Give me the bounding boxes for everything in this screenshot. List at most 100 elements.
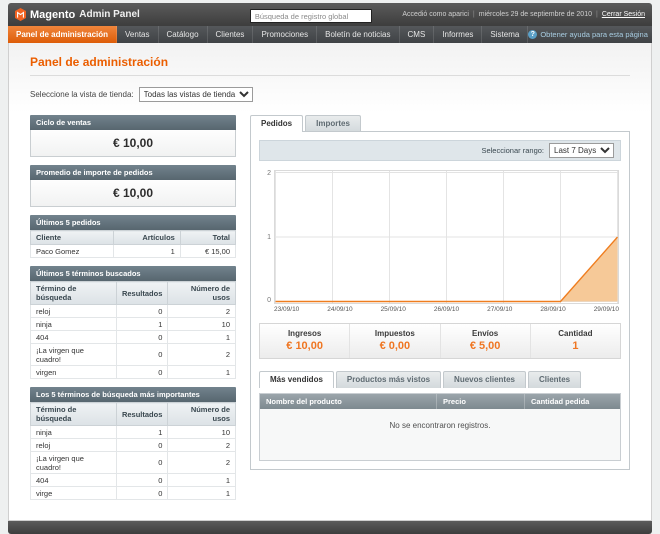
average-orders-title: Promedio de importe de pedidos (30, 165, 236, 180)
stat-label: Ingresos (287, 329, 322, 338)
last-orders-table: Cliente Artículos Total Paco Gomez 1 € 15,00 (29, 230, 237, 258)
chart-x-tick: 27/09/10 (487, 306, 513, 313)
tab-importes[interactable]: Importes (305, 115, 361, 132)
table-cell: reloj (30, 438, 117, 452)
grid-empty-message: No se encontraron registros. (260, 409, 620, 460)
magento-logo-icon (15, 8, 26, 21)
table-cell: ¡La virgen que cuadro! (30, 343, 117, 366)
chart-y-tick: 2 (267, 170, 271, 177)
chart-x-tick: 28/09/10 (540, 306, 566, 313)
table-row[interactable]: ninja 1 10 (30, 425, 236, 439)
chart-plot-area (274, 170, 619, 304)
table-row[interactable]: ¡La virgen que cuadro! 0 2 (30, 451, 236, 474)
table-row[interactable]: Paco Gomez 1 € 15,00 (29, 244, 237, 258)
table-cell: 0 (115, 473, 169, 487)
nav-item-boletin-de-noticias[interactable]: Boletín de noticias (317, 26, 400, 43)
top-search-terms-title: Los 5 términos de búsqueda más important… (30, 387, 236, 402)
table-cell: Paco Gomez (29, 244, 115, 258)
tab-productos-mas-vistos[interactable]: Productos más vistos (335, 371, 442, 388)
table-cell: 1 (167, 473, 236, 487)
table-cell: 0 (115, 438, 169, 452)
column-header-termino-de-busqueda: Término de búsqueda (30, 281, 117, 305)
average-orders-value: € 10,00 (30, 180, 236, 207)
table-cell: 1 (167, 365, 236, 379)
nav-item-promociones[interactable]: Promociones (253, 26, 318, 43)
orders-chart: 2 1 0 23/09/10 24/09/10 25/09/10 26/09/10 27/0… (261, 170, 619, 313)
table-cell: 0 (115, 486, 169, 500)
table-row[interactable]: virge 0 1 (30, 486, 236, 500)
table-row[interactable]: reloj 0 2 (30, 304, 236, 318)
nav-item-ventas[interactable]: Ventas (117, 26, 159, 43)
table-cell: 1 (167, 330, 236, 344)
lifetime-sales-value: € 10,00 (30, 130, 236, 157)
help-label: Obtener ayuda para esta página (540, 30, 648, 39)
table-cell: 10 (167, 317, 236, 331)
store-view-label: Seleccione la vista de tienda: (30, 90, 134, 99)
tab-nuevos-clientes[interactable]: Nuevos clientes (443, 371, 526, 388)
table-row[interactable]: ninja 1 10 (30, 317, 236, 331)
table-row[interactable]: reloj 0 2 (30, 438, 236, 452)
chart-x-tick: 29/09/10 (593, 306, 619, 313)
store-view-select[interactable]: Todas las vistas de tienda (138, 87, 253, 102)
stat-value: € 5,00 (469, 340, 501, 352)
nav-items: Panel de administración Ventas Catálogo Cli… (8, 26, 529, 43)
stat-label: Impuestos (374, 329, 415, 338)
table-cell: € 15,00 (179, 244, 237, 258)
dashboard-right-column: Pedidos Importes Seleccionar rango: Last … (250, 115, 630, 470)
table-cell: 404 (30, 473, 117, 487)
nav-item-clientes[interactable]: Clientes (208, 26, 254, 43)
divider: | (472, 11, 475, 18)
tab-pedidos[interactable]: Pedidos (250, 115, 304, 132)
nav-item-informes[interactable]: Informes (434, 26, 483, 43)
table-row[interactable]: 404 0 1 (30, 330, 236, 344)
table-cell: 1 (113, 244, 181, 258)
chart-x-tick: 24/09/10 (327, 306, 353, 313)
page-content: Panel de administración Seleccione la vi… (8, 43, 652, 521)
global-search-input[interactable] (249, 9, 372, 23)
column-header-articulos: Artículos (113, 230, 181, 245)
products-grid-header: Nombre del producto Precio Cantidad pedida (260, 394, 620, 409)
chart-y-tick: 0 (267, 297, 271, 304)
help-icon: ? (528, 30, 538, 39)
stat-value: € 10,00 (286, 340, 323, 352)
logo-text: Magento (30, 8, 76, 21)
table-row[interactable]: ¡La virgen que cuadro! 0 2 (30, 343, 236, 366)
tab-mas-vendidos[interactable]: Más vendidos (259, 371, 334, 388)
table-cell: 2 (167, 304, 236, 318)
range-bar: Seleccionar rango: Last 7 Days (259, 140, 621, 161)
dashboard-panel: Seleccionar rango: Last 7 Days 2 1 0 23/09… (250, 131, 630, 470)
column-header-resultados: Resultados (115, 281, 169, 305)
chart-x-tick: 25/09/10 (380, 306, 406, 313)
totals-row: Ingresos € 10,00 Impuestos € 0,00 Envíos € 5,… (259, 323, 621, 359)
nav-item-sistema[interactable]: Sistema (482, 26, 529, 43)
range-select[interactable]: Last 7 Days (549, 143, 614, 158)
table-cell: 1 (115, 317, 169, 331)
top-search-terms-box: Los 5 términos de búsqueda más important… (30, 387, 236, 500)
tab-clientes[interactable]: Clientes (527, 371, 582, 388)
table-cell: 404 (30, 330, 117, 344)
nav-item-catalogo[interactable]: Catálogo (159, 26, 208, 43)
page-help-link[interactable]: ? Obtener ayuda para esta página (528, 26, 655, 43)
table-cell: 2 (167, 438, 236, 452)
last-search-terms-title: Últimos 5 términos buscados (30, 266, 236, 281)
current-date-text: miércoles 29 de septiembre de 2010 (478, 11, 592, 18)
user-info: Accedió como aparici | miércoles 29 de s… (402, 11, 645, 18)
divider: | (595, 11, 598, 18)
dashboard-left-column: Ciclo de ventas € 10,00 Promedio de impo… (29, 115, 237, 508)
column-header-numero-de-usos: Número de usos (167, 402, 236, 426)
table-row[interactable]: virgen 0 1 (30, 365, 236, 379)
stat-label: Envíos (472, 329, 499, 338)
table-cell: virge (30, 486, 117, 500)
magento-logo: Magento Admin Panel (15, 8, 140, 21)
store-view-switcher: Seleccione la vista de tienda: Todas las… (30, 87, 630, 102)
nav-item-cms[interactable]: CMS (400, 26, 435, 43)
table-row[interactable]: 404 0 1 (30, 473, 236, 487)
logout-link[interactable]: Cerrar Sesión (602, 11, 645, 18)
column-header-termino-de-busqueda: Término de búsqueda (30, 402, 117, 426)
nav-item-panel-de-administracion[interactable]: Panel de administración (8, 26, 118, 43)
table-cell: 1 (115, 425, 169, 439)
header-bar: Magento Admin Panel Accedió como aparici… (8, 3, 652, 26)
stat-value: 1 (572, 340, 579, 352)
column-header-cliente: Cliente (29, 230, 115, 245)
table-cell: 0 (115, 304, 169, 318)
